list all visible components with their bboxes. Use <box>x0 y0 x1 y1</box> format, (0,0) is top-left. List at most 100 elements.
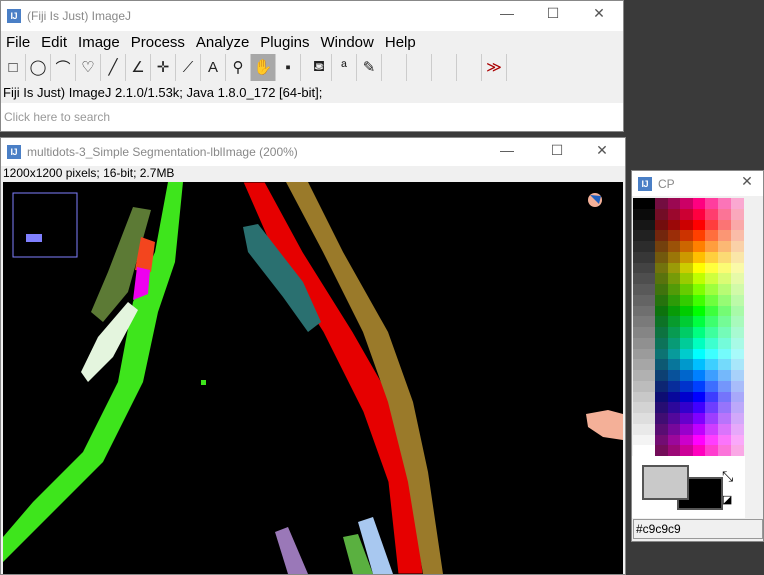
color-swatch[interactable] <box>718 327 731 338</box>
maximize-button[interactable]: ☐ <box>546 142 568 162</box>
freehand-tool[interactable]: ♡ <box>76 53 101 81</box>
gray-swatch[interactable] <box>633 208 655 220</box>
color-swatch[interactable] <box>667 391 681 403</box>
hand-tool[interactable]: ✋ <box>251 53 276 81</box>
gray-swatch[interactable] <box>633 219 655 231</box>
color-swatch[interactable] <box>730 380 744 392</box>
color-swatch[interactable] <box>680 359 694 371</box>
gray-swatch[interactable] <box>633 198 655 209</box>
color-swatch[interactable] <box>667 370 681 381</box>
color-swatch[interactable] <box>680 380 694 392</box>
empty-slot[interactable] <box>382 53 407 81</box>
color-swatch[interactable] <box>730 284 744 295</box>
wand-tool[interactable]: ⟋ <box>176 53 201 81</box>
color-swatch[interactable] <box>718 305 731 317</box>
color-swatch[interactable] <box>730 391 744 403</box>
color-swatch[interactable] <box>655 208 668 220</box>
color-swatch[interactable] <box>718 219 731 231</box>
color-swatch[interactable] <box>655 327 668 338</box>
color-swatch[interactable] <box>692 337 706 349</box>
color-swatch[interactable] <box>718 273 731 285</box>
color-swatch[interactable] <box>718 402 731 414</box>
color-swatch[interactable] <box>667 434 681 446</box>
color-swatch[interactable] <box>667 294 681 306</box>
color-swatch[interactable] <box>692 423 706 435</box>
color-swatch[interactable] <box>730 230 744 242</box>
color-swatch[interactable] <box>667 445 681 457</box>
color-swatch[interactable] <box>680 370 694 381</box>
color-swatch[interactable] <box>680 391 694 403</box>
color-swatch[interactable] <box>655 316 668 328</box>
color-swatch[interactable] <box>655 391 668 403</box>
close-button[interactable]: ✕ <box>591 142 613 162</box>
color-swatch[interactable] <box>655 262 668 274</box>
color-swatch[interactable] <box>718 251 731 263</box>
color-swatch[interactable] <box>705 305 719 317</box>
color-swatch[interactable] <box>718 434 731 446</box>
polygon-tool[interactable]: ⌒ <box>51 53 76 81</box>
color-swatch[interactable] <box>692 241 706 252</box>
color-swatch[interactable] <box>655 445 668 457</box>
gray-swatch[interactable] <box>633 380 655 392</box>
gray-swatch[interactable] <box>633 230 655 242</box>
color-swatch[interactable] <box>730 434 744 446</box>
color-swatch[interactable] <box>705 241 719 252</box>
color-picker-tool[interactable]: ▪ <box>276 53 301 81</box>
color-swatch[interactable] <box>680 198 694 209</box>
color-swatch[interactable] <box>692 359 706 371</box>
menu-image[interactable]: Image <box>73 34 126 51</box>
color-swatch[interactable] <box>692 273 706 285</box>
color-swatch[interactable] <box>655 284 668 295</box>
color-swatch[interactable] <box>718 284 731 295</box>
color-swatch[interactable] <box>667 348 681 360</box>
color-swatch[interactable] <box>667 219 681 231</box>
color-swatch[interactable] <box>705 262 719 274</box>
color-swatch[interactable] <box>718 380 731 392</box>
color-swatch[interactable] <box>692 348 706 360</box>
color-swatch[interactable] <box>730 208 744 220</box>
color-swatch[interactable] <box>667 208 681 220</box>
color-swatch[interactable] <box>680 251 694 263</box>
text-tool[interactable]: A <box>201 53 226 81</box>
color-palette[interactable] <box>633 198 744 457</box>
empty-slot[interactable] <box>457 53 482 81</box>
color-swatch[interactable] <box>730 337 744 349</box>
color-swatch[interactable] <box>692 445 706 457</box>
gray-swatch[interactable] <box>633 273 655 285</box>
gray-swatch[interactable] <box>633 359 655 371</box>
color-swatch[interactable] <box>655 359 668 371</box>
color-swatch[interactable] <box>655 251 668 263</box>
color-swatch[interactable] <box>692 251 706 263</box>
color-swatch[interactable] <box>655 219 668 231</box>
color-swatch[interactable] <box>680 294 694 306</box>
gray-swatch[interactable] <box>633 434 655 446</box>
color-swatch[interactable] <box>692 380 706 392</box>
color-swatch[interactable] <box>730 251 744 263</box>
menu-analyze[interactable]: Analyze <box>191 34 255 51</box>
color-swatch[interactable] <box>667 402 681 414</box>
rectangle-tool[interactable]: □ <box>1 53 26 81</box>
color-swatch[interactable] <box>655 241 668 252</box>
color-swatch[interactable] <box>692 434 706 446</box>
color-swatch[interactable] <box>705 391 719 403</box>
color-swatch[interactable] <box>730 370 744 381</box>
color-swatch[interactable] <box>705 434 719 446</box>
color-swatch[interactable] <box>705 348 719 360</box>
reset-colors-icon[interactable]: ◪ <box>722 493 732 506</box>
color-swatch[interactable] <box>730 198 744 209</box>
color-swatch[interactable] <box>730 413 744 424</box>
color-swatch[interactable] <box>730 241 744 252</box>
color-swatch[interactable] <box>705 327 719 338</box>
color-swatch[interactable] <box>705 316 719 328</box>
color-swatch[interactable] <box>718 294 731 306</box>
color-swatch[interactable] <box>705 208 719 220</box>
color-swatch[interactable] <box>680 284 694 295</box>
gray-swatch[interactable] <box>633 370 655 381</box>
color-swatch[interactable] <box>730 348 744 360</box>
color-swatch[interactable] <box>718 413 731 424</box>
color-swatch[interactable] <box>655 294 668 306</box>
color-swatch[interactable] <box>655 273 668 285</box>
color-swatch[interactable] <box>680 241 694 252</box>
gray-swatch[interactable] <box>633 423 655 435</box>
color-swatch[interactable] <box>730 359 744 371</box>
